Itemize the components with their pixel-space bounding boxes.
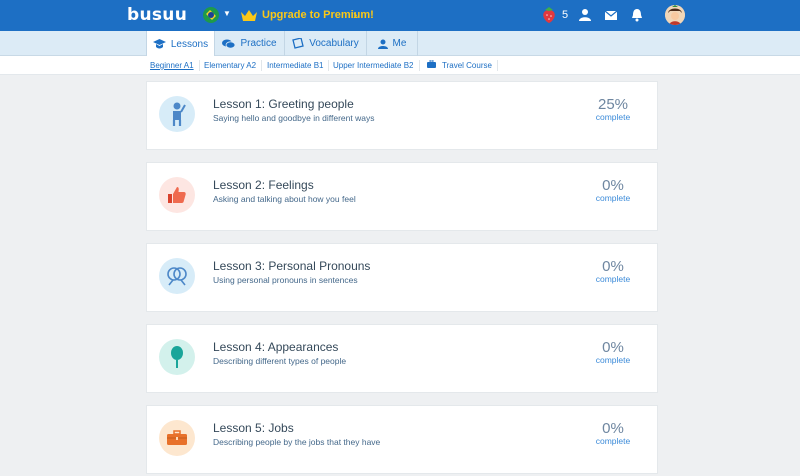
lesson-title: Lesson 2: Feelings (213, 178, 314, 192)
crown-icon[interactable] (240, 9, 258, 22)
lesson-progress-status: complete (595, 355, 631, 365)
lollipop-icon (171, 346, 183, 368)
user-icon (377, 39, 388, 49)
lesson-subtitle: Using personal pronouns in sentences (213, 275, 358, 285)
lesson-progress-percent: 0% (602, 258, 624, 275)
lesson-icon-circle (159, 420, 195, 456)
lesson-title: Lesson 3: Personal Pronouns (213, 259, 371, 273)
lesson-subtitle: Asking and talking about how you feel (213, 194, 356, 204)
mail-icon[interactable] (604, 8, 618, 22)
tab-label: Practice (240, 38, 277, 49)
tab-practice[interactable]: Practice (215, 31, 285, 56)
level-travel-course[interactable]: Travel Course (442, 60, 498, 71)
lesson-subtitle: Describing different types of people (213, 356, 347, 366)
lesson-card[interactable]: Lesson 4: Appearances Describing differe… (146, 324, 658, 393)
chat-bubbles-icon (222, 39, 236, 49)
note-icon (292, 38, 305, 49)
avatar[interactable] (665, 5, 685, 25)
strawberry-count: 5 (562, 9, 569, 21)
lesson-icon-circle (159, 258, 195, 294)
top-bar: busuu ▼ Upgrade to Premium! › 5 (0, 0, 800, 31)
lesson-subtitle: Saying hello and goodbye in different wa… (213, 113, 375, 123)
lesson-icon-circle (159, 96, 195, 132)
lesson-progress-status: complete (595, 274, 631, 284)
graduation-cap-icon (152, 39, 166, 49)
lesson-subtitle: Describing people by the jobs that they … (213, 437, 381, 447)
strawberry-icon[interactable] (541, 6, 557, 24)
lesson-progress-percent: 0% (602, 339, 624, 356)
lesson-progress-status: complete (595, 193, 631, 203)
lesson-progress-percent: 0% (602, 177, 624, 194)
level-beginner-a1[interactable]: Beginner A1 (150, 60, 200, 71)
lesson-title: Lesson 4: Appearances (213, 340, 339, 354)
brazil-flag-icon[interactable] (203, 7, 219, 23)
thumbs-up-icon (168, 187, 186, 203)
lesson-progress-status: complete (595, 112, 631, 122)
lesson-icon-circle (159, 177, 195, 213)
busuu-logo[interactable]: busuu (127, 5, 187, 25)
suitcase-icon (427, 60, 436, 68)
chevron-down-icon[interactable]: ▼ (223, 9, 231, 18)
lesson-progress-percent: 0% (602, 420, 624, 437)
lesson-card[interactable]: Lesson 2: Feelings Asking and talking ab… (146, 162, 658, 231)
lesson-card[interactable]: Lesson 1: Greeting people Saying hello a… (146, 81, 658, 150)
tab-label: Me (392, 38, 407, 49)
lesson-icon-circle (159, 339, 195, 375)
waving-person-icon (172, 102, 186, 126)
lesson-title: Lesson 1: Greeting people (213, 97, 354, 111)
tab-vocabulary[interactable]: Vocabulary (285, 31, 367, 56)
user-icon[interactable] (578, 8, 592, 22)
lesson-progress-status: complete (595, 436, 631, 446)
level-nav: Beginner A1 Elementary A2 Intermediate B… (0, 56, 800, 75)
lesson-card[interactable]: Lesson 5: Jobs Describing people by the … (146, 405, 658, 474)
lesson-progress-percent: 25% (597, 96, 629, 113)
tab-lessons[interactable]: Lessons (146, 31, 215, 57)
level-elementary-a2[interactable]: Elementary A2 (204, 60, 263, 71)
tab-label: Lessons (170, 38, 209, 50)
tab-me[interactable]: Me (367, 31, 418, 56)
level-upper-intermediate-b2[interactable]: Upper Intermediate B2 (333, 60, 420, 71)
chevron-right-icon[interactable]: › (353, 7, 357, 22)
bell-icon[interactable] (630, 8, 644, 22)
people-pronouns-icon (167, 267, 187, 286)
briefcase-icon (167, 430, 187, 445)
main-tabs: Lessons Practice Vocabulary Me (0, 31, 800, 57)
lesson-title: Lesson 5: Jobs (213, 421, 294, 435)
tab-label: Vocabulary (309, 38, 359, 49)
lesson-card[interactable]: Lesson 3: Personal Pronouns Using person… (146, 243, 658, 312)
level-intermediate-b1[interactable]: Intermediate B1 (267, 60, 330, 71)
